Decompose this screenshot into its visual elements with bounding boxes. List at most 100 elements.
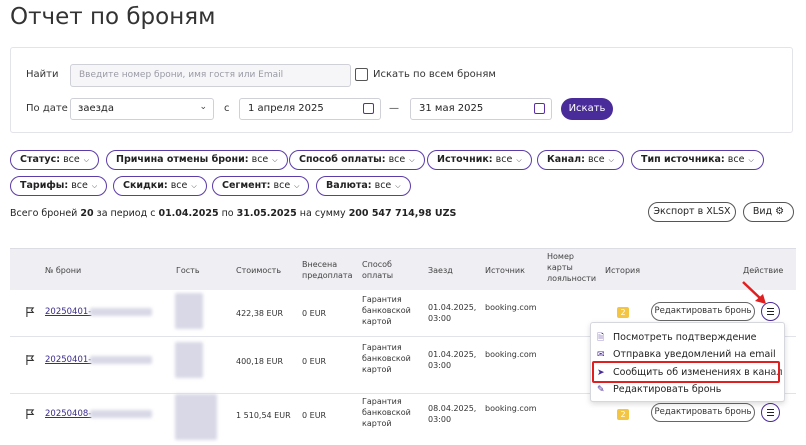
pencil-icon: ✎ [597,385,605,395]
chip-source-type[interactable]: Тип источника: все ⌵ [631,150,764,170]
redacted-guest [175,394,217,440]
table-header: № брони Гость Стоимость Внесена предоплат… [10,248,796,290]
chip-label: Валюта: [326,180,372,191]
payment-line: Гарантия [362,343,402,352]
flag-icon[interactable] [26,409,35,419]
chip-label: Тарифы: [20,180,69,191]
history-badge[interactable]: 2 [617,307,629,318]
chevron-down-icon: ⌵ [83,156,90,164]
menu-item-edit-booking[interactable]: ✎ Редактировать бронь [597,384,721,395]
source-cell: booking.com [485,350,537,359]
chevron-down-icon: ⌵ [608,156,614,164]
booking-number-link[interactable]: 20250408- [45,409,91,419]
view-button[interactable]: Вид ⚙ [743,202,794,222]
menu-item-label: Отправка уведомлений на email [613,349,776,360]
flag-icon[interactable] [26,307,35,317]
header-card-line: Номер [547,252,574,261]
flag-icon[interactable] [26,355,35,365]
menu-icon [767,311,774,313]
chip-label: Способ оплаты: [299,154,386,165]
chip-label: Причина отмены брони: [116,154,249,165]
history-badge[interactable]: 2 [617,409,629,420]
chip-payment-method[interactable]: Способ оплаты: все ⌵ [289,150,425,170]
header-history: История [605,266,641,275]
date-type-value: заезда [78,103,114,114]
export-xlsx-button[interactable]: Экспорт в XLSX [648,202,736,222]
menu-item-view-confirmation[interactable]: 🗎 Посмотреть подтверждение [597,330,757,346]
header-payment: Способ оплаты [362,259,393,281]
chevron-down-icon: ⌵ [409,156,415,164]
booking-number-link[interactable]: 20250401- [45,307,91,317]
chip-value: все [71,180,88,191]
chevron-down-icon: ⌵ [91,182,98,190]
checkin-cell: 01.04.2025, 03:00 [428,302,476,324]
chip-currency[interactable]: Валюта: все ⌵ [316,176,411,196]
source-cell: booking.com [485,404,537,413]
filter-panel [10,47,793,133]
menu-icon [767,412,774,414]
chip-value: все [388,154,406,165]
payment-cell: Гарантия банковской картой [362,396,411,429]
chip-value: все [170,180,188,191]
date-to-input[interactable]: 31 мая 2025 [410,98,552,120]
chip-rates[interactable]: Тарифы: все ⌵ [10,176,108,196]
summary-sum-text: на сумму [299,208,346,219]
chip-status[interactable]: Статус: все ⌵ [10,150,100,170]
chip-label: Источник: [437,154,493,165]
menu-item-send-email[interactable]: ✉ Отправка уведомлений на email [597,349,776,360]
menu-icon [767,314,774,316]
date-to-value: 31 мая 2025 [419,103,484,114]
calendar-icon[interactable] [363,103,374,114]
annotation-arrow-icon [742,281,766,304]
summary-to: 31.05.2025 [236,208,297,219]
gear-icon: ⚙ [775,206,785,217]
redacted-number [90,308,152,316]
from-prefix: с [224,103,230,114]
chevron-down-icon: ⌵ [191,182,197,190]
summary-prefix: Всего броней [10,208,78,219]
redacted-number [90,356,152,364]
header-card-line: карты [547,263,573,272]
search-all-checkbox[interactable] [355,68,368,81]
chip-value: все [727,154,745,165]
chip-source[interactable]: Источник: все ⌵ [427,150,532,170]
payment-cell: Гарантия банковской картой [362,294,411,327]
summary-from: 01.04.2025 [158,208,219,219]
chip-segment[interactable]: Сегмент: все ⌵ [212,176,310,196]
row-actions-menu-button[interactable] [761,403,780,422]
mail-icon: ✉ [597,350,605,360]
prepay-cell: 0 EUR [302,357,327,366]
date-from-value: 1 апреля 2025 [248,103,324,114]
redacted-number [90,410,152,418]
chip-cancel-reason[interactable]: Причина отмены брони: все ⌵ [106,150,288,170]
edit-booking-button[interactable]: Редактировать бронь [651,403,755,422]
payment-line: банковской [362,306,411,315]
date-type-select[interactable]: заезда ⌄ [70,98,214,120]
menu-item-label: Редактировать бронь [613,384,722,395]
booking-number-link[interactable]: 20250401- [45,355,91,365]
checkin-line: 03:00 [428,314,452,323]
header-payment-line: Способ [362,260,392,269]
payment-line: картой [362,317,392,326]
search-button[interactable]: Искать [561,98,613,120]
redacted-guest [175,293,203,329]
checkin-line: 01.04.2025, [428,303,477,312]
source-cell: booking.com [485,303,537,312]
chevron-down-icon: ⌵ [272,156,278,164]
summary-to-text: по [221,208,234,219]
prepay-cell: 0 EUR [302,411,327,420]
chip-value: все [495,154,513,165]
redacted-guest [175,342,203,378]
calendar-icon[interactable] [534,103,545,114]
page-title: Отчет по броням [10,4,216,30]
chip-channel[interactable]: Канал: все ⌵ [537,150,624,170]
payment-line: картой [362,419,392,428]
chip-value: все [374,180,392,191]
menu-icon [767,409,774,411]
chevron-down-icon: ⌄ [199,102,207,112]
chip-discounts[interactable]: Скидки: все ⌵ [113,176,207,196]
chip-label: Тип источника: [641,154,725,165]
date-from-input[interactable]: 1 апреля 2025 [239,98,381,120]
search-input[interactable]: Введите номер брони, имя гостя или Email [70,64,351,87]
cost-cell: 1 510,54 EUR [236,411,291,420]
